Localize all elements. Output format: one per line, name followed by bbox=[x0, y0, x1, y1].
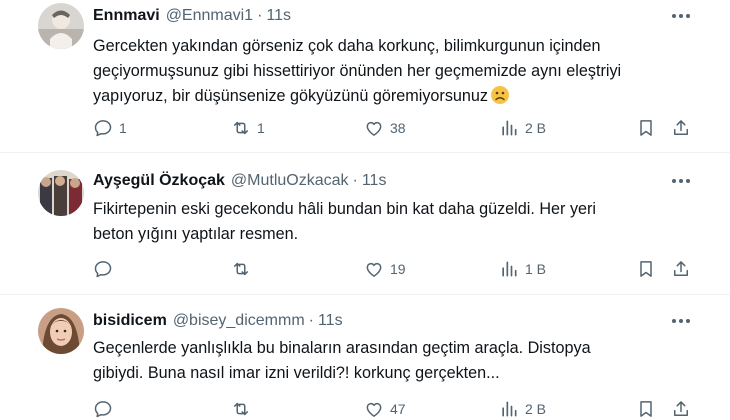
avatar[interactable] bbox=[38, 170, 84, 216]
share-icon bbox=[674, 401, 688, 416]
avatar[interactable] bbox=[38, 3, 84, 49]
reply-button[interactable]: 1 bbox=[93, 116, 127, 140]
action-bar: 19 1 B bbox=[0, 257, 730, 281]
author-handle[interactable]: @bisey_dicemmm bbox=[173, 312, 305, 330]
tweet-text: Geçenlerde yanlışlıkla bu binaların aras… bbox=[93, 336, 683, 386]
action-bar: 47 2 B bbox=[0, 397, 730, 420]
tweet-header: Ayşegül Özkoçak @MutluOzkacak · 11s bbox=[93, 170, 386, 192]
share-button[interactable] bbox=[671, 116, 691, 140]
tweet-text-line: beton yığını yaptılar resmen. bbox=[93, 225, 299, 243]
bookmark-button[interactable] bbox=[636, 397, 656, 420]
like-count: 19 bbox=[390, 261, 406, 277]
more-options-button[interactable] bbox=[668, 171, 694, 191]
like-icon bbox=[366, 402, 382, 417]
timestamp[interactable]: 11s bbox=[266, 7, 291, 25]
reply-icon bbox=[94, 261, 112, 278]
views-button[interactable]: 1 B bbox=[499, 257, 546, 281]
frowning-face-emoji-icon bbox=[490, 85, 510, 105]
author-handle[interactable]: @MutluOzkacak bbox=[231, 172, 349, 190]
tweet-text-line: yapıyoruz, bir düşünsenize gökyüzünü gör… bbox=[93, 87, 489, 105]
views-button[interactable]: 2 B bbox=[499, 116, 546, 140]
more-options-button[interactable] bbox=[668, 6, 694, 26]
bookmark-icon bbox=[640, 401, 652, 417]
like-button[interactable]: 19 bbox=[364, 257, 406, 281]
share-icon bbox=[674, 261, 688, 276]
bookmark-icon bbox=[640, 120, 652, 136]
like-button[interactable]: 38 bbox=[364, 116, 406, 140]
views-count: 2 B bbox=[525, 401, 547, 417]
tweet-header: bisidicem @bisey_dicemmm · 11s bbox=[93, 310, 343, 332]
author-handle[interactable]: @Ennmavi1 bbox=[166, 7, 253, 25]
tweet-text-line: Geçenlerde yanlışlıkla bu binaların aras… bbox=[93, 339, 591, 357]
tweet-text-line: Fikirtepenin eski gecekondu hâli bundan … bbox=[93, 200, 597, 218]
author-name[interactable]: Ennmavi bbox=[93, 7, 160, 25]
more-icon bbox=[672, 179, 676, 183]
views-icon bbox=[502, 120, 517, 136]
author-name[interactable]: bisidicem bbox=[93, 312, 167, 330]
views-count: 2 B bbox=[525, 120, 547, 136]
views-count: 1 B bbox=[525, 261, 547, 277]
retweet-count: 1 bbox=[257, 120, 265, 136]
share-icon bbox=[674, 120, 688, 135]
more-icon bbox=[672, 14, 676, 18]
reply-icon bbox=[94, 401, 112, 418]
views-icon bbox=[502, 401, 517, 417]
like-count: 47 bbox=[390, 401, 406, 417]
more-options-button[interactable] bbox=[668, 311, 694, 331]
retweet-button[interactable] bbox=[231, 397, 257, 420]
avatar[interactable] bbox=[38, 308, 84, 354]
retweet-icon bbox=[234, 262, 248, 276]
more-icon bbox=[672, 319, 676, 323]
reply-icon bbox=[94, 120, 112, 137]
separator-dot: · bbox=[257, 7, 263, 24]
action-bar: 1 1 38 2 B bbox=[0, 116, 730, 140]
reply-button[interactable] bbox=[93, 397, 119, 420]
tweet-header: Ennmavi @Ennmavi1 · 11s bbox=[93, 5, 291, 27]
tweet-text: Fikirtepenin eski gecekondu hâli bundan … bbox=[93, 197, 683, 247]
tweet-text-line: geçiyormuşsunuz gibi hissettiriyor önünd… bbox=[93, 62, 622, 80]
share-button[interactable] bbox=[671, 397, 691, 420]
retweet-icon bbox=[234, 402, 248, 416]
tweet-text: Gercekten yakından görseniz çok daha kor… bbox=[93, 34, 683, 109]
separator-dot: · bbox=[308, 312, 314, 329]
share-button[interactable] bbox=[671, 257, 691, 281]
views-button[interactable]: 2 B bbox=[499, 397, 546, 420]
reply-button[interactable] bbox=[93, 257, 119, 281]
like-icon bbox=[366, 262, 382, 277]
tweet-divider bbox=[0, 152, 730, 153]
author-name[interactable]: Ayşegül Özkoçak bbox=[93, 172, 225, 190]
retweet-button[interactable]: 1 bbox=[231, 116, 265, 140]
like-icon bbox=[366, 121, 382, 136]
bookmark-button[interactable] bbox=[636, 257, 656, 281]
views-icon bbox=[502, 261, 517, 277]
retweet-icon bbox=[234, 121, 248, 135]
tweet-text-line: gibiydi. Buna nasıl imar izni verildi?! … bbox=[93, 364, 500, 382]
timestamp[interactable]: 11s bbox=[362, 172, 387, 190]
like-count: 38 bbox=[390, 120, 406, 136]
like-button[interactable]: 47 bbox=[364, 397, 406, 420]
reply-count: 1 bbox=[119, 120, 127, 136]
separator-dot: · bbox=[352, 172, 358, 189]
retweet-button[interactable] bbox=[231, 257, 257, 281]
bookmark-icon bbox=[640, 261, 652, 277]
bookmark-button[interactable] bbox=[636, 116, 656, 140]
tweet-text-line: Gercekten yakından görseniz çok daha kor… bbox=[93, 37, 601, 55]
timestamp[interactable]: 11s bbox=[318, 312, 343, 330]
tweet-divider bbox=[0, 294, 730, 295]
